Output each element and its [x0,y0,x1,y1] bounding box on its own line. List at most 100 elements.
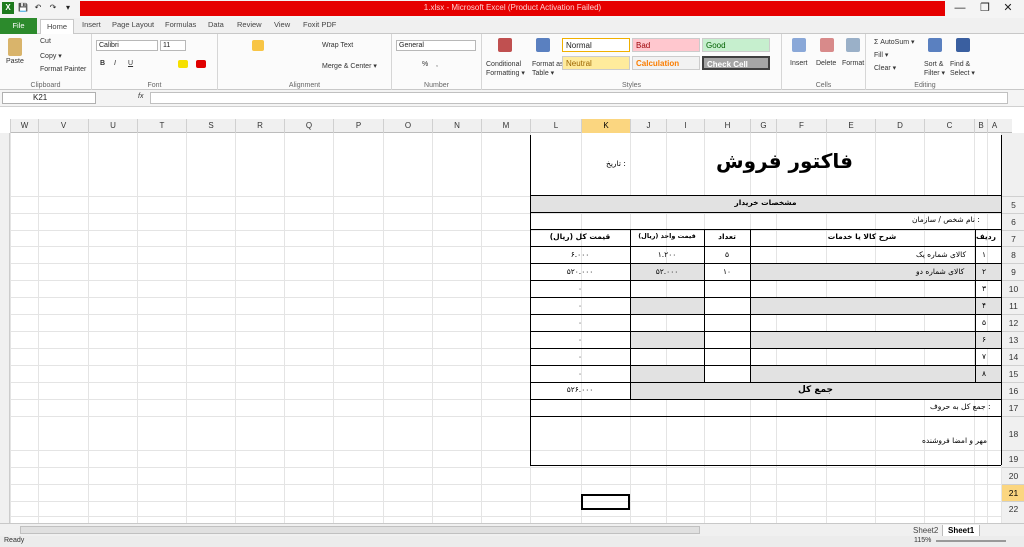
delete-cells-icon[interactable] [820,38,834,52]
left-scroll-area[interactable] [0,133,10,523]
format-button[interactable]: Format [842,60,864,67]
zoom-level[interactable]: 115% [914,537,931,544]
wrap-text-button[interactable]: Wrap Text [322,42,353,49]
name-box[interactable]: K21 [2,92,96,104]
redo-icon[interactable]: ↷ [47,2,59,14]
style-calculation[interactable]: Calculation [632,56,700,70]
font-color-icon[interactable] [196,60,206,68]
horizontal-scrollbar[interactable] [20,526,700,534]
column-header-d[interactable]: D [875,119,924,133]
font-name-select[interactable]: Calibri [96,40,158,51]
tab-insert[interactable]: Insert [82,20,101,29]
qat-dropdown-icon[interactable]: ▾ [62,2,74,14]
number-format-select[interactable]: General [396,40,476,51]
tab-home[interactable]: Home [40,19,75,34]
find-select-button[interactable]: Find & Select ▾ [950,60,980,78]
sort-filter-button[interactable]: Sort & Filter ▾ [924,60,948,78]
column-header-q[interactable]: Q [284,119,333,133]
tab-page-layout[interactable]: Page Layout [112,20,154,29]
style-bad[interactable]: Bad [632,38,700,52]
row-header-9[interactable]: 9 [1002,263,1024,280]
column-header-s[interactable]: S [186,119,235,133]
style-neutral[interactable]: Neutral [562,56,630,70]
row-header-13[interactable]: 13 [1002,331,1024,348]
minimize-button[interactable]: — [950,2,970,14]
row-header-17[interactable]: 17 [1002,399,1024,416]
column-header-r[interactable]: R [235,119,284,133]
middle-align-icon[interactable] [252,40,264,51]
underline-button[interactable]: U [128,60,133,67]
column-header-u[interactable]: U [88,119,137,133]
find-select-icon[interactable] [956,38,970,52]
row-header-11[interactable]: 11 [1002,297,1024,314]
column-header-o[interactable]: O [383,119,432,133]
row-header-22[interactable]: 22 [1002,501,1024,516]
conditional-formatting-button[interactable]: Conditional Formatting ▾ [486,60,526,78]
paste-button[interactable]: Paste [6,58,24,65]
tab-view[interactable]: View [274,20,290,29]
column-header-w[interactable]: W [10,119,38,133]
conditional-formatting-icon[interactable] [498,38,512,52]
column-header-j[interactable]: J [630,119,666,133]
column-header-k[interactable]: K [581,119,630,133]
row-header-6[interactable]: 6 [1002,213,1024,230]
row-header-19[interactable]: 19 [1002,450,1024,467]
fill-color-icon[interactable] [178,60,188,68]
row-header-7[interactable]: 7 [1002,230,1024,246]
merge-center-button[interactable]: Merge & Center ▾ [322,62,377,70]
row-header-5[interactable]: 5 [1002,196,1024,213]
italic-button[interactable]: I [114,60,116,67]
row-header-14[interactable]: 14 [1002,348,1024,365]
tab-review[interactable]: Review [237,20,262,29]
row-header-21[interactable]: 21 [1002,484,1024,501]
save-icon[interactable]: 💾 [17,2,29,14]
active-cell-k21[interactable] [581,494,630,510]
row-header-10[interactable]: 10 [1002,280,1024,297]
insert-cells-icon[interactable] [792,38,806,52]
tab-foxit-pdf[interactable]: Foxit PDF [303,20,336,29]
column-header-m[interactable]: M [481,119,530,133]
format-painter-button[interactable]: Format Painter [40,66,86,73]
column-header-h[interactable]: H [704,119,750,133]
font-size-select[interactable]: 11 [160,40,186,51]
column-header-n[interactable]: N [432,119,481,133]
format-as-table-icon[interactable] [536,38,550,52]
delete-button[interactable]: Delete [816,60,836,67]
column-header-c[interactable]: C [924,119,974,133]
paste-icon[interactable] [8,38,22,56]
insert-button[interactable]: Insert [790,60,808,67]
column-header-e[interactable]: E [826,119,875,133]
row-header-8[interactable]: 8 [1002,246,1024,263]
format-as-table-button[interactable]: Format as Table ▾ [532,60,566,78]
sheet-tab-sheet2[interactable]: Sheet2 [908,525,943,536]
autosum-button[interactable]: Σ AutoSum ▾ [874,38,915,46]
column-header-f[interactable]: F [776,119,826,133]
row-header-18[interactable]: 18 [1002,416,1024,450]
style-good[interactable]: Good [702,38,770,52]
row-header-16[interactable]: 16 [1002,382,1024,399]
column-header-p[interactable]: P [333,119,383,133]
copy-button[interactable]: Copy ▾ [40,52,62,60]
bold-button[interactable]: B [100,60,105,67]
row-header-12[interactable]: 12 [1002,314,1024,331]
tab-formulas[interactable]: Formulas [165,20,196,29]
zoom-slider[interactable] [936,540,1006,542]
style-normal[interactable]: Normal [562,38,630,52]
close-button[interactable]: ✕ [998,2,1018,14]
cut-button[interactable]: Cut [40,38,51,45]
comma-button[interactable]: , [436,61,438,68]
column-header-i[interactable]: I [666,119,704,133]
restore-button[interactable]: ❐ [975,2,995,14]
sort-filter-icon[interactable] [928,38,942,52]
row-header-15[interactable]: 15 [1002,365,1024,382]
column-header-l[interactable]: L [530,119,581,133]
column-header-a[interactable]: A [987,119,1001,133]
percent-button[interactable]: % [422,61,428,68]
tab-file[interactable]: File [0,18,37,34]
style-check-cell[interactable]: Check Cell [702,56,770,70]
column-header-b[interactable]: B [974,119,987,133]
column-header-v[interactable]: V [38,119,88,133]
row-header-20[interactable]: 20 [1002,467,1024,484]
tab-data[interactable]: Data [208,20,224,29]
undo-icon[interactable]: ↶ [32,2,44,14]
